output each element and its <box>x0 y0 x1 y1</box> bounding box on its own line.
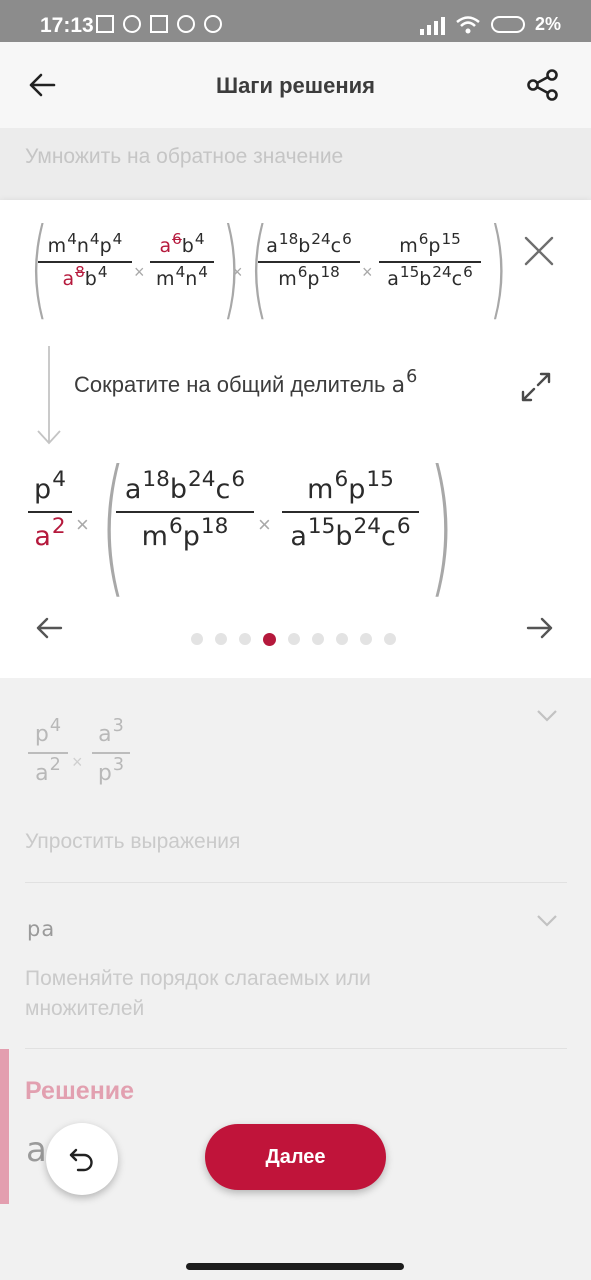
times-sign: × <box>72 752 83 772</box>
times-sign: × <box>232 262 243 282</box>
down-arrow-icon <box>37 346 61 445</box>
page-title: Шаги решения <box>215 73 376 98</box>
chevron-down-icon[interactable] <box>536 914 558 928</box>
signal-icon <box>419 15 445 35</box>
fraction: a18b24c6 m6p18 <box>116 467 254 552</box>
pager-dot[interactable] <box>215 633 227 645</box>
step-hint: Сократите на общий делитель a6 <box>74 367 418 398</box>
undo-icon <box>69 1148 93 1172</box>
muted-bell-icon <box>96 15 114 33</box>
solution-value: a <box>26 1130 47 1170</box>
times-sign: × <box>134 262 145 282</box>
screen-icon <box>150 15 168 33</box>
step-label: Упростить выражения <box>25 830 241 853</box>
home-indicator[interactable] <box>186 1263 404 1270</box>
undo-button[interactable] <box>46 1123 118 1195</box>
expand-icon[interactable] <box>521 372 551 402</box>
next-button[interactable]: Далее <box>205 1124 386 1190</box>
pager-dot[interactable] <box>191 633 203 645</box>
pager-dots <box>191 632 396 646</box>
fraction: a6b4 m4n4 <box>150 230 214 290</box>
pager-dot[interactable] <box>384 633 396 645</box>
pager-dot[interactable] <box>239 633 251 645</box>
pager-dot[interactable] <box>336 633 348 645</box>
divider <box>25 882 567 883</box>
times-sign: × <box>76 512 89 537</box>
battery-icon <box>490 16 525 33</box>
close-icon[interactable] <box>524 236 554 266</box>
previous-step[interactable]: Умножить на обратное значение <box>0 128 591 200</box>
pinterest-icon <box>204 15 222 33</box>
next-step-arrow-icon[interactable] <box>526 616 554 640</box>
wifi-icon <box>456 15 480 33</box>
fraction: a18b24c6 m6p18 <box>258 230 360 290</box>
app-bar: Шаги решения <box>0 42 591 128</box>
paren-close-2: ) <box>488 206 508 331</box>
divider <box>25 1048 567 1049</box>
pager-dot[interactable] <box>360 633 372 645</box>
pager-dot[interactable] <box>263 632 276 646</box>
fraction: m6p15 a15b24c6 <box>282 467 419 552</box>
times-sign: × <box>258 512 271 537</box>
share-icon[interactable] <box>526 68 560 102</box>
hint-text: Сократите на общий делитель <box>74 372 386 397</box>
fraction: m4n4p4 a8b4 <box>38 230 132 290</box>
pager-dot[interactable] <box>312 633 324 645</box>
alarm-icon <box>123 15 141 33</box>
times-sign: × <box>362 262 373 282</box>
pager-dot[interactable] <box>288 633 300 645</box>
step-label: Поменяйте порядок слагаемых или множител… <box>25 967 371 1020</box>
prev-step-arrow-icon[interactable] <box>35 616 63 640</box>
viber-icon <box>177 15 195 33</box>
fraction: p4 a2 <box>28 467 72 552</box>
status-time: 17:13 <box>40 14 94 37</box>
fraction: p4 a2 <box>28 716 68 786</box>
solution-accent-bar <box>0 1049 9 1204</box>
step-expression: pa <box>27 917 56 941</box>
solution-title: Решение <box>25 1077 135 1105</box>
notification-icons <box>96 15 222 33</box>
previous-step-label: Умножить на обратное значение <box>25 145 344 168</box>
fraction: m6p15 a15b24c6 <box>379 230 481 290</box>
paren-close-3: ) <box>428 439 455 613</box>
chevron-down-icon[interactable] <box>536 709 558 723</box>
battery-percent: 2% <box>534 14 561 34</box>
status-bar: 17:13 2% <box>0 0 591 42</box>
fraction: a3 p3 <box>92 716 130 786</box>
